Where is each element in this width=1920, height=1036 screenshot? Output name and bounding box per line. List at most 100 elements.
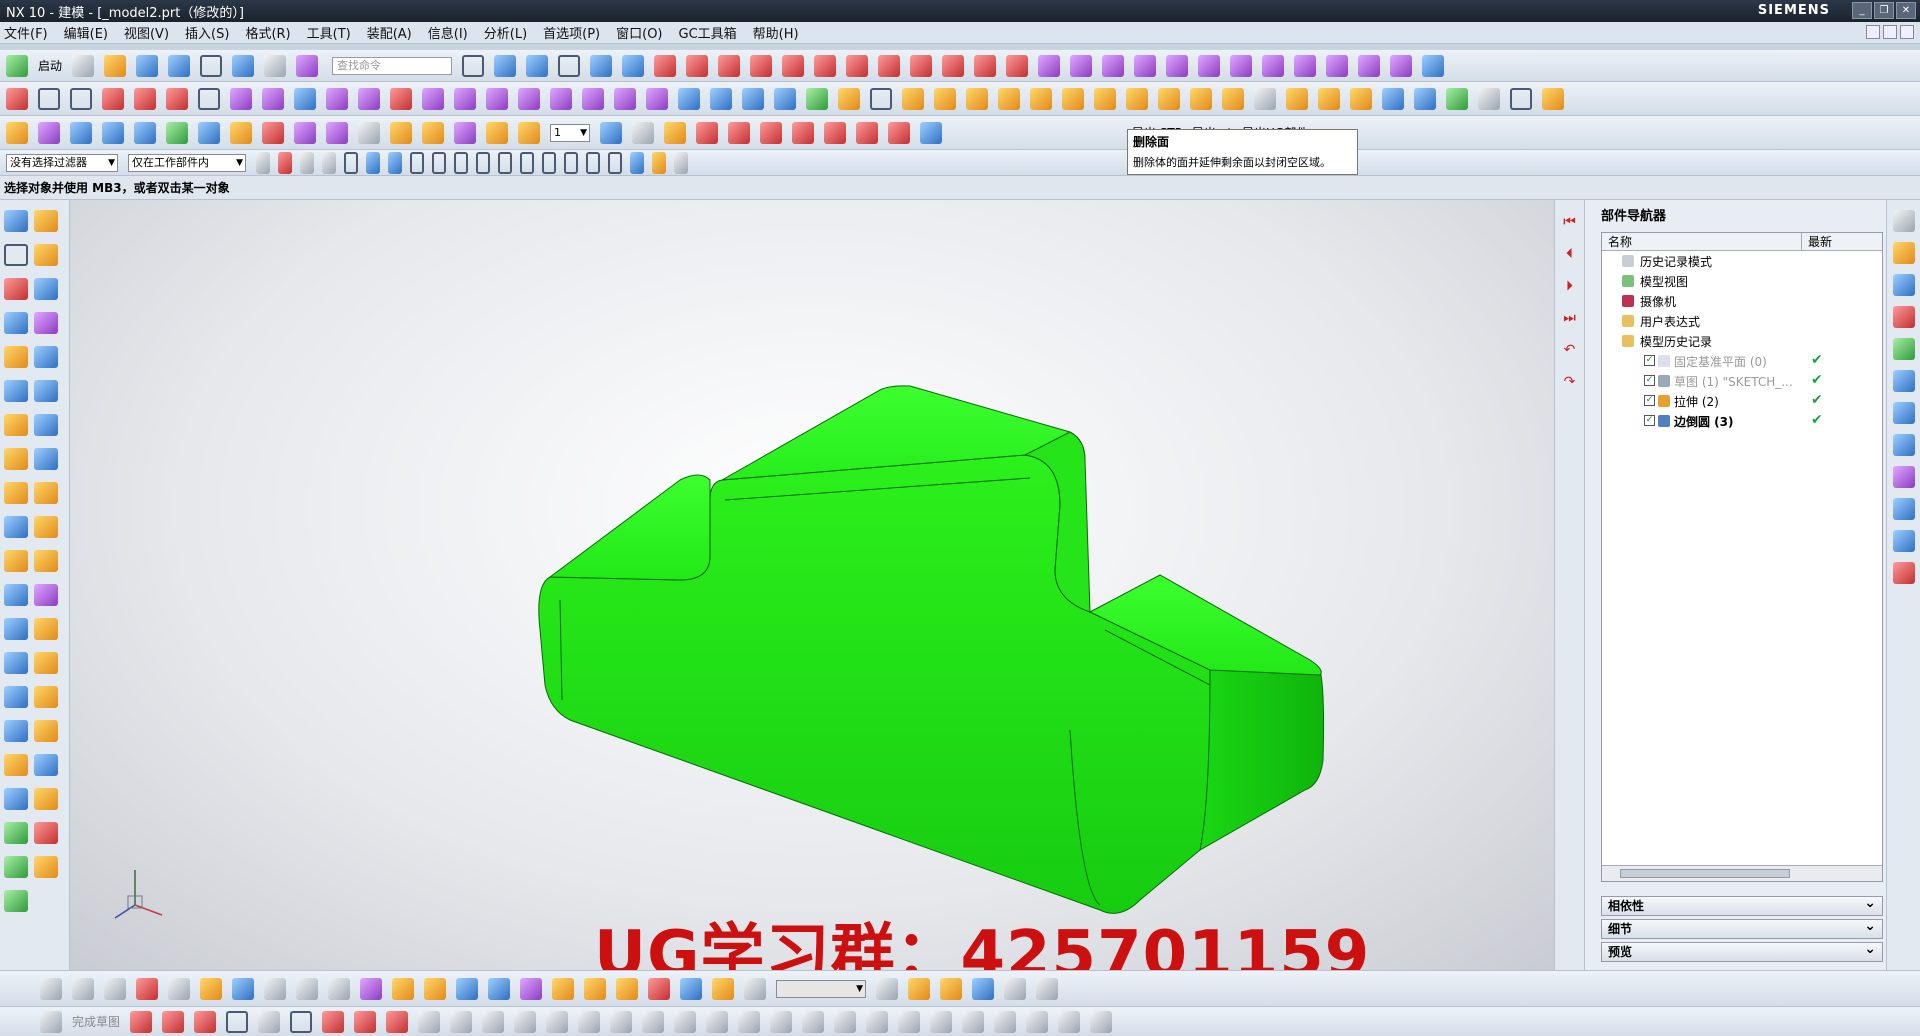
plus-point-icon[interactable] bbox=[38, 87, 60, 110]
patch-side-icon[interactable] bbox=[34, 720, 58, 742]
delete-side-icon[interactable] bbox=[34, 822, 58, 844]
sketch-delay-icon[interactable] bbox=[962, 1010, 985, 1033]
step-back-icon[interactable]: ⏴ bbox=[1561, 246, 1579, 264]
intersect-curve-icon[interactable] bbox=[878, 54, 901, 77]
fit-view-icon[interactable] bbox=[462, 54, 485, 77]
trim-curve-icon[interactable] bbox=[686, 54, 709, 77]
tree-item-datum-plane[interactable]: ✓ 固定基准平面 (0) ✔ bbox=[1602, 351, 1882, 371]
sketch-trim-icon[interactable] bbox=[514, 1010, 537, 1033]
pocket-icon[interactable] bbox=[198, 121, 220, 144]
through-mesh-icon[interactable] bbox=[1134, 54, 1157, 77]
scale-curve-icon[interactable] bbox=[614, 87, 636, 110]
checkbox-icon[interactable]: ✓ bbox=[1644, 375, 1655, 386]
project-curve-icon[interactable] bbox=[846, 54, 869, 77]
curve-analysis-icon[interactable] bbox=[654, 54, 677, 77]
model-body[interactable] bbox=[70, 200, 1554, 970]
helix-icon[interactable] bbox=[1006, 54, 1029, 77]
join-curve-icon[interactable] bbox=[942, 54, 965, 77]
split-body-icon[interactable] bbox=[454, 121, 476, 144]
save-as-icon[interactable] bbox=[168, 54, 191, 77]
chamfer-side-icon[interactable] bbox=[34, 652, 58, 674]
offset-region-icon[interactable] bbox=[1094, 87, 1116, 110]
profile-icon[interactable] bbox=[130, 1010, 153, 1033]
roles-icon[interactable] bbox=[1892, 530, 1915, 552]
menu-view[interactable]: 视图(V) bbox=[124, 23, 169, 42]
background-icon[interactable] bbox=[136, 977, 158, 1000]
sketch-evaluate-icon[interactable] bbox=[994, 1010, 1017, 1033]
history-icon[interactable] bbox=[1892, 402, 1915, 424]
isoparametric-icon[interactable] bbox=[974, 54, 997, 77]
snap-clear-icon[interactable] bbox=[674, 151, 688, 174]
arc-icon[interactable] bbox=[134, 87, 156, 110]
tree-item-cameras[interactable]: 摄像机 bbox=[1602, 291, 1882, 311]
wall-icon[interactable] bbox=[296, 977, 318, 1000]
rib-side-icon[interactable] bbox=[4, 414, 28, 436]
render-style-icon[interactable] bbox=[40, 977, 62, 1000]
menu-file[interactable]: 文件(F) bbox=[4, 23, 48, 42]
edit-material-icon[interactable] bbox=[1478, 87, 1500, 110]
rib-icon[interactable] bbox=[294, 121, 316, 144]
sketch-convert-icon[interactable] bbox=[738, 1010, 761, 1033]
point-icon[interactable] bbox=[6, 87, 28, 110]
rollback-icon[interactable]: ↶ bbox=[1561, 342, 1579, 360]
extend-curve-icon[interactable] bbox=[646, 87, 668, 110]
menu-insert[interactable]: 插入(S) bbox=[185, 23, 229, 42]
sketch-show-icon[interactable] bbox=[706, 1010, 729, 1033]
chamfer-icon[interactable] bbox=[518, 121, 540, 144]
disabled-select[interactable] bbox=[776, 979, 866, 998]
restore-button[interactable]: ❐ bbox=[1874, 2, 1894, 19]
part-navigator-icon[interactable] bbox=[1892, 306, 1915, 328]
sketch-update-icon[interactable] bbox=[930, 1010, 953, 1033]
sketch-polygon-icon[interactable] bbox=[322, 1010, 345, 1033]
subtract-icon[interactable] bbox=[358, 121, 380, 144]
dots-grid-icon[interactable] bbox=[328, 977, 350, 1000]
floor-icon[interactable] bbox=[264, 977, 286, 1000]
plane-dialog-icon[interactable] bbox=[616, 977, 638, 1000]
finish-sketch-icon[interactable] bbox=[40, 1010, 62, 1033]
measure-distance-icon[interactable] bbox=[680, 977, 702, 1000]
boss-icon[interactable] bbox=[166, 121, 188, 144]
layer-settings-icon[interactable] bbox=[600, 121, 622, 144]
deselect-icon[interactable] bbox=[300, 151, 314, 174]
layer-select[interactable]: 1 bbox=[550, 123, 590, 142]
playback-icon[interactable]: ↷ bbox=[1561, 374, 1579, 392]
reuse-library-icon[interactable] bbox=[1892, 338, 1915, 360]
sketch-dimension-icon[interactable] bbox=[610, 1010, 633, 1033]
bridge-curve-icon[interactable] bbox=[782, 54, 805, 77]
settings-icon[interactable] bbox=[256, 151, 270, 174]
replace-face-icon[interactable] bbox=[1062, 87, 1084, 110]
first-step-icon[interactable]: ⏮ bbox=[1561, 214, 1579, 232]
sketch-rectangle-icon[interactable] bbox=[290, 1010, 313, 1033]
system-materials-icon[interactable] bbox=[1892, 466, 1915, 488]
pull-face-icon[interactable] bbox=[1190, 87, 1212, 110]
doc-minimize-button[interactable] bbox=[1866, 25, 1880, 39]
wcs-rotate-icon[interactable] bbox=[760, 121, 782, 144]
wcs-origin-icon[interactable] bbox=[696, 121, 718, 144]
split-side-icon[interactable] bbox=[34, 584, 58, 606]
tree-item-user-expressions[interactable]: 用户表达式 bbox=[1602, 311, 1882, 331]
sketch-relax-icon[interactable] bbox=[802, 1010, 825, 1033]
gear-icon[interactable] bbox=[1892, 210, 1915, 232]
rectangle-icon[interactable] bbox=[198, 87, 220, 110]
expand-icon[interactable] bbox=[744, 977, 766, 1000]
cube-view-icon[interactable] bbox=[360, 977, 382, 1000]
finish-sketch-button[interactable]: 完成草图 bbox=[72, 1013, 120, 1030]
block-side-icon[interactable] bbox=[34, 346, 58, 368]
blend-side-icon[interactable] bbox=[34, 686, 58, 708]
jpeg-export-icon[interactable] bbox=[1382, 87, 1404, 110]
xyz-icon[interactable] bbox=[262, 87, 284, 110]
section-details[interactable]: 细节 bbox=[1601, 917, 1883, 939]
cut-icon[interactable] bbox=[200, 54, 223, 77]
constraint-navigator-icon[interactable] bbox=[1892, 274, 1915, 296]
boss-side-icon[interactable] bbox=[34, 278, 58, 300]
tube-icon[interactable] bbox=[102, 121, 124, 144]
sketch-rect-icon[interactable] bbox=[4, 244, 28, 266]
snap-on-line-icon[interactable] bbox=[608, 151, 622, 174]
combined-curve-icon[interactable] bbox=[582, 87, 604, 110]
text-icon[interactable] bbox=[870, 87, 892, 110]
delete-face-icon[interactable] bbox=[1126, 87, 1148, 110]
pocket-side-icon[interactable] bbox=[4, 312, 28, 334]
snap-midpoint-icon[interactable] bbox=[432, 151, 446, 174]
wcs-icon[interactable] bbox=[664, 121, 686, 144]
trim-sheet-icon[interactable] bbox=[1262, 54, 1285, 77]
